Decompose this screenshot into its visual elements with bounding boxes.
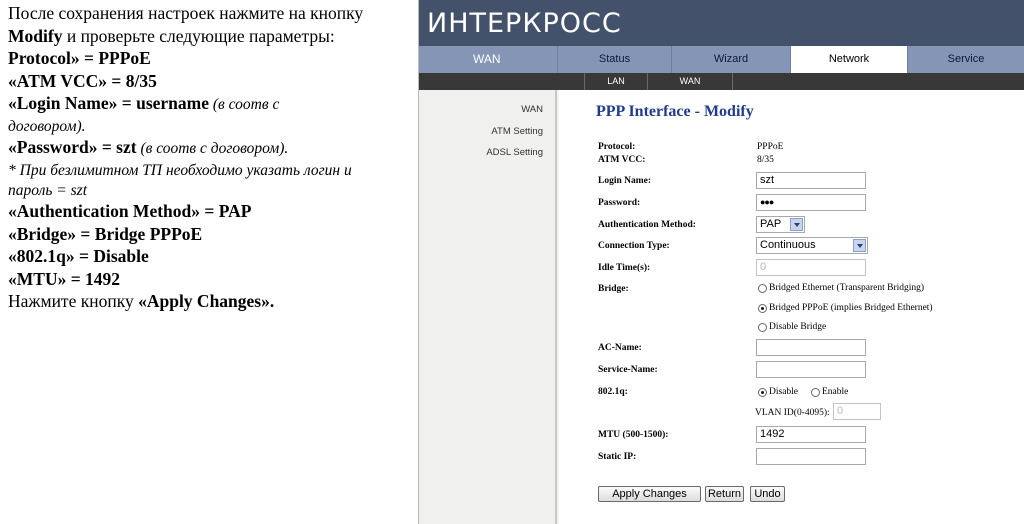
service-name-label: Service-Name:: [598, 365, 658, 375]
vlan-id-label: VLAN ID(0-4095):: [755, 408, 830, 418]
8021q-label: 802.1q:: [598, 387, 628, 397]
bridge-option-ethernet[interactable]: Bridged Ethernet (Transparent Bridging): [758, 283, 924, 293]
bridge-option-disable-label: Disable Bridge: [769, 322, 827, 332]
idle-time-label: Idle Time(s):: [598, 263, 651, 273]
radio-icon[interactable]: [811, 387, 820, 397]
chevron-down-icon[interactable]: [790, 218, 803, 231]
main-content: PPP Interface - Modify Protocol: PPPoE A…: [559, 90, 1024, 524]
ac-name-label: AC-Name:: [598, 343, 642, 353]
doc-8021q: «802.1q» = Disable: [8, 246, 149, 267]
sidebar: WAN ATM Setting ADSL Setting: [419, 90, 557, 524]
radio-icon[interactable]: [758, 303, 767, 313]
doc-line-auth: «Authentication Method» = PAP: [8, 200, 418, 223]
tab-wizard[interactable]: Wizard: [671, 46, 790, 73]
doc-login: «Login Name» = username: [8, 93, 210, 114]
vlan-id-input[interactable]: 0: [833, 403, 881, 420]
protocol-value: PPPoE: [757, 142, 784, 152]
sidebar-item-adsl-setting[interactable]: ADSL Setting: [486, 147, 543, 158]
doc-line-password: «Password» = szt (в соотв с договором).: [8, 136, 418, 161]
radio-icon[interactable]: [758, 283, 767, 293]
doc-line-login: «Login Name» = username (в соотв с: [8, 92, 418, 117]
chevron-down-icon[interactable]: [853, 239, 866, 252]
doc-bridge: «Bridge» = Bridge PPPoE: [8, 223, 203, 244]
tab-status[interactable]: Status: [557, 46, 671, 73]
nav-section-label: WAN: [473, 52, 501, 66]
doc-line-unlimited: * При безлимитном ТП необходимо указать …: [8, 162, 352, 180]
doc-line-protocol: Protocol» = PPPoE: [8, 47, 418, 70]
subtab-lan[interactable]: LAN: [584, 73, 648, 90]
doc-auth: «Authentication Method» = PAP: [8, 201, 252, 222]
sidebar-item-atm-setting[interactable]: ATM Setting: [491, 126, 543, 137]
ac-name-input[interactable]: [756, 339, 866, 356]
doc-password: «Password» = szt: [8, 137, 137, 158]
doc-line-login-note2: договором).: [8, 117, 86, 135]
doc-line-mtu: «MTU» = 1492: [8, 268, 418, 291]
protocol-label: Protocol:: [598, 142, 636, 152]
8021q-enable-label: Enable: [822, 387, 849, 397]
bridge-label: Bridge:: [598, 284, 629, 294]
service-name-input[interactable]: [756, 361, 866, 378]
doc-login-note: (в соотв с: [209, 96, 280, 114]
doc-apply-text: Нажмите кнопку: [8, 291, 139, 312]
tab-network[interactable]: Network: [790, 46, 907, 73]
bridge-option-disable[interactable]: Disable Bridge: [758, 322, 826, 332]
radio-icon[interactable]: [758, 387, 767, 397]
doc-line-atm: «ATM VCC» = 8/35: [8, 70, 418, 93]
atm-vcc-label: ATM VCC:: [598, 155, 646, 165]
static-ip-input[interactable]: [756, 448, 866, 465]
auth-method-select[interactable]: PAP: [756, 216, 805, 233]
doc-password-note: (в соотв с договором).: [136, 140, 289, 158]
bridge-option-pppoe-label: Bridged PPPoE (implies Bridged Ethernet): [769, 303, 933, 313]
logo-bar: ИНТЕРКРОСС: [419, 0, 1024, 46]
static-ip-label: Static IP:: [598, 452, 637, 462]
apply-changes-button[interactable]: Apply Changes: [598, 486, 701, 502]
mtu-input[interactable]: 1492: [756, 426, 866, 443]
password-input[interactable]: ●●●: [756, 194, 866, 211]
8021q-disable-label: Disable: [769, 387, 799, 397]
subtab-wan[interactable]: WAN: [647, 73, 733, 90]
doc-atm: «ATM VCC» = 8/35: [8, 70, 157, 91]
doc-line-2-text: и проверьте следующие параметры:: [62, 25, 335, 46]
doc-line-bridge: «Bridge» = Bridge PPPoE: [8, 223, 418, 246]
password-label: Password:: [598, 198, 641, 208]
idle-time-input[interactable]: 0: [756, 259, 866, 276]
page-title: PPP Interface - Modify: [596, 103, 754, 120]
doc-line-apply: Нажмите кнопку «Apply Changes».: [8, 290, 418, 313]
bridge-option-pppoe[interactable]: Bridged PPPoE (implies Bridged Ethernet): [758, 303, 933, 313]
brand-logo: ИНТЕРКРОСС: [427, 4, 622, 42]
main-nav: WAN Status Wizard Network Service: [419, 46, 1024, 73]
doc-protocol: Protocol» = PPPoE: [8, 48, 151, 69]
8021q-option-disable[interactable]: Disable: [758, 387, 798, 397]
doc-line-unlimited-2: пароль = szt: [8, 181, 88, 199]
connection-type-select[interactable]: Continuous: [756, 237, 868, 254]
auth-method-label: Authentication Method:: [598, 220, 696, 230]
doc-modify-word: Modify: [8, 25, 63, 46]
doc-mtu: «MTU» = 1492: [8, 268, 121, 289]
login-name-input[interactable]: szt: [756, 172, 866, 189]
mtu-label: MTU (500-1500):: [598, 430, 669, 440]
connection-type-value: Continuous: [760, 239, 816, 251]
connection-type-label: Connection Type:: [598, 241, 670, 251]
sidebar-item-wan[interactable]: WAN: [521, 104, 543, 115]
bridge-option-ethernet-label: Bridged Ethernet (Transparent Bridging): [769, 283, 925, 293]
logo-text: ИНТЕРКРОСС: [427, 7, 622, 39]
doc-line-8021q: «802.1q» = Disable: [8, 245, 418, 268]
8021q-option-enable[interactable]: Enable: [811, 387, 848, 397]
sub-nav: LAN WAN: [419, 73, 1024, 90]
router-web-ui: ИНТЕРКРОСС WAN Status Wizard Network Ser…: [419, 0, 1024, 524]
instruction-document: После сохранения настроек нажмите на кно…: [0, 0, 418, 524]
doc-line-2: Modify и проверьте следующие параметры:: [8, 25, 418, 48]
tab-service[interactable]: Service: [907, 46, 1024, 73]
undo-button[interactable]: Undo: [750, 486, 785, 502]
login-name-label: Login Name:: [598, 176, 652, 186]
doc-apply-word: «Apply Changes».: [138, 291, 275, 312]
return-button[interactable]: Return: [705, 486, 744, 502]
doc-line-1: После сохранения настроек нажмите на кно…: [8, 3, 364, 23]
atm-vcc-value: 8/35: [757, 155, 774, 165]
radio-icon[interactable]: [758, 322, 767, 332]
auth-method-value: PAP: [760, 218, 782, 230]
